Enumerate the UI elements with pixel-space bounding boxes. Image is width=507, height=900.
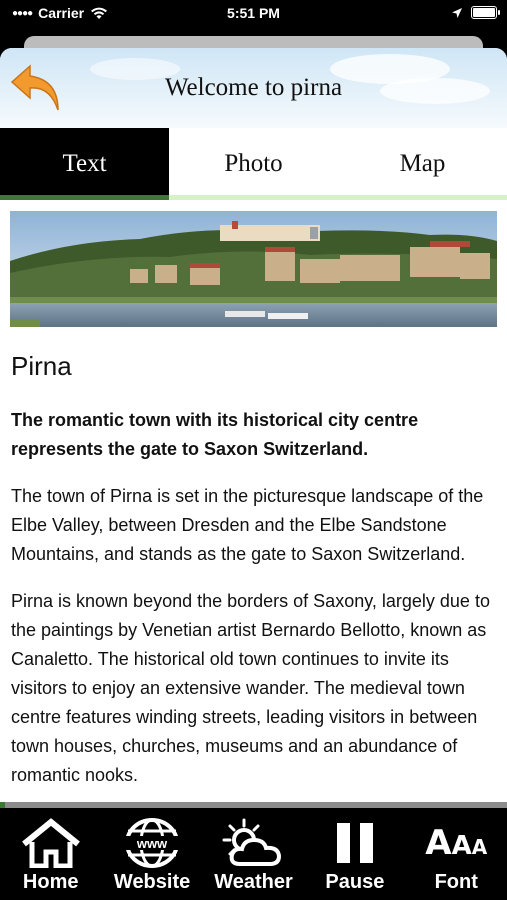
weather-button[interactable]: Weather [203, 808, 304, 900]
article: Pirna The romantic town with its histori… [11, 351, 496, 808]
status-bar: ●●●● Carrier 5:51 PM [0, 0, 507, 30]
toolbar-label: Website [113, 871, 191, 893]
tab-label: Text [62, 150, 107, 177]
font-size-button[interactable]: AAA Font [406, 808, 507, 900]
article-heading: Pirna [11, 351, 72, 381]
tab-text[interactable]: Text [0, 128, 169, 200]
tab-bar: Text Photo Map [0, 128, 507, 200]
page-title: Welcome to pirna [164, 74, 343, 101]
tab-photo[interactable]: Photo [169, 128, 338, 200]
toolbar-label: Pause [325, 871, 385, 893]
font-glyph-small: A [471, 835, 488, 859]
clock: 5:51 PM [227, 5, 280, 21]
home-icon [21, 818, 80, 868]
font-glyph-medium: A [451, 831, 472, 861]
modal-sheet: Welcome to pirna Text Photo Map Pirna Th… [0, 48, 507, 808]
location-arrow-icon [452, 7, 462, 18]
toolbar-label: Weather [214, 871, 293, 893]
weather-icon [222, 818, 282, 866]
font-size-icon: AAA [425, 826, 487, 860]
article-paragraph: Pirna is known beyond the borders of Sax… [11, 591, 490, 785]
article-paragraph: The town of Pirna is set in the pictures… [11, 486, 484, 564]
pause-button[interactable]: Pause [304, 808, 405, 900]
toolbar-label: Home [22, 871, 79, 893]
article-lead: The romantic town with its historical ci… [11, 410, 419, 459]
pirna-panorama-image [10, 211, 497, 327]
header-bar: Welcome to pirna [0, 48, 507, 128]
www-badge: www [136, 836, 168, 851]
website-button[interactable]: www Website [101, 808, 202, 900]
tab-label: Photo [224, 150, 283, 177]
globe-www-icon: www [125, 818, 180, 868]
font-glyph-large: A [425, 823, 452, 863]
tab-map[interactable]: Map [338, 128, 507, 200]
content-scroll-area[interactable]: Pirna The romantic town with its histori… [0, 200, 507, 808]
toolbar-label: Font [434, 871, 478, 893]
home-button[interactable]: Home [0, 808, 101, 900]
pause-icon [336, 823, 373, 863]
tab-label: Map [399, 150, 446, 177]
bottom-toolbar: Home www Website Weather Pause AAA Font [0, 808, 507, 900]
battery-icon [471, 6, 500, 19]
